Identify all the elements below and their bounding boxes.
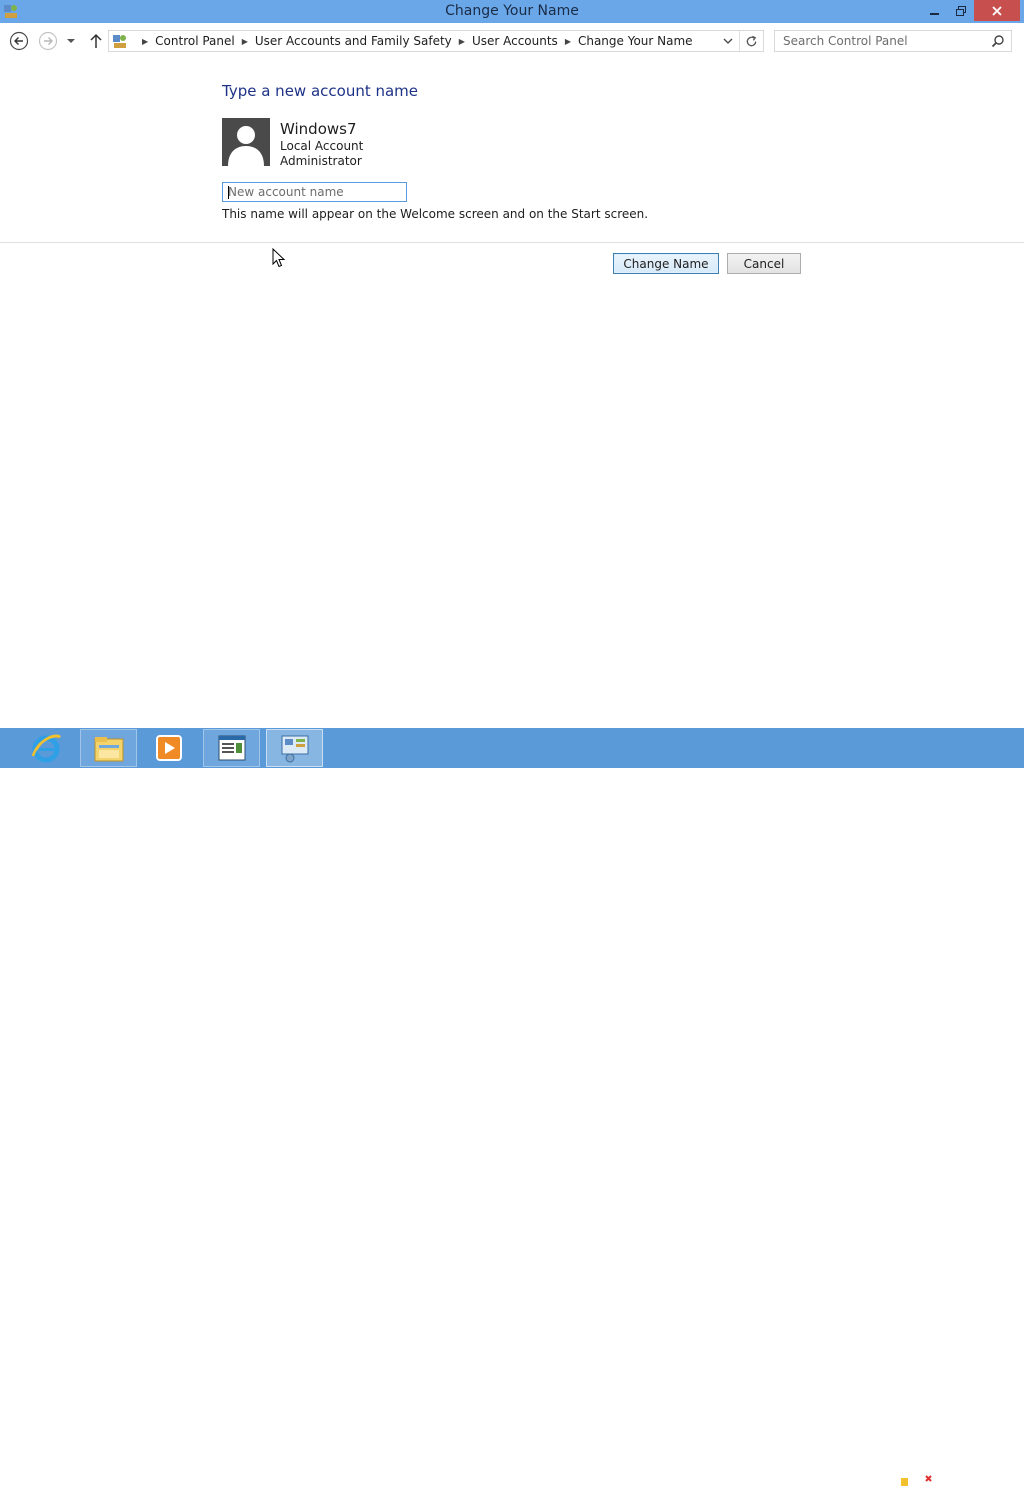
change-name-button[interactable]: Change Name (613, 253, 719, 274)
name-hint-text: This name will appear on the Welcome scr… (222, 207, 649, 221)
account-type: Local Account (280, 139, 364, 153)
cancel-button[interactable]: Cancel (727, 253, 801, 274)
up-arrow-icon (90, 33, 102, 48)
restore-icon (956, 5, 966, 16)
action-center-flag-icon[interactable] (866, 1468, 884, 1488)
text-caret (228, 186, 229, 199)
forward-button[interactable] (38, 31, 58, 51)
close-icon (992, 5, 1002, 16)
breadcrumb-separator-icon[interactable]: ▶ (459, 37, 465, 46)
account-role: Administrator (280, 154, 362, 168)
breadcrumb-user-accounts[interactable]: User Accounts (472, 34, 558, 48)
restore-button[interactable] (948, 0, 974, 21)
title-bar[interactable]: Change Your Name (0, 0, 1024, 23)
system-clock[interactable]: 4:01 AM 10/7/2022 (944, 1461, 1006, 1493)
new-account-name-input[interactable] (222, 182, 407, 202)
recent-locations-button[interactable] (64, 31, 78, 51)
mouse-pointer-icon (272, 248, 286, 268)
search-icon[interactable] (991, 34, 1005, 48)
minimize-icon (930, 12, 939, 15)
chevron-down-icon (723, 38, 733, 44)
up-button[interactable] (86, 31, 106, 51)
taskbar-media-player[interactable] (140, 729, 197, 767)
clock-time: 4:01 AM (949, 1462, 999, 1476)
breadcrumb-change-your-name[interactable]: Change Your Name (578, 34, 693, 48)
breadcrumb-separator-icon[interactable]: ▶ (242, 37, 248, 46)
chevron-down-icon (67, 39, 75, 43)
minimize-button[interactable] (922, 0, 948, 21)
refresh-button[interactable] (739, 31, 762, 51)
file-explorer-icon (94, 737, 123, 762)
network-icon[interactable] (891, 1468, 909, 1488)
back-arrow-icon (9, 31, 29, 51)
show-hidden-icons-icon[interactable] (845, 1468, 855, 1488)
breadcrumb-separator-icon[interactable]: ▶ (565, 37, 571, 46)
media-player-icon (155, 735, 182, 761)
search-box[interactable] (774, 30, 1012, 52)
page-title: Type a new account name (222, 82, 419, 100)
refresh-icon (746, 35, 756, 46)
breadcrumb: ▶ Control Panel ▶ User Accounts and Fami… (135, 31, 693, 51)
breadcrumb-user-accounts-family-safety[interactable]: User Accounts and Family Safety (255, 34, 452, 48)
internet-explorer-icon (31, 734, 61, 763)
document-icon (218, 735, 245, 761)
taskbar-internet-explorer[interactable] (17, 729, 74, 767)
taskbar-document-window[interactable] (203, 729, 260, 767)
taskbar-control-panel[interactable] (266, 729, 323, 767)
breadcrumb-control-panel[interactable]: Control Panel (155, 34, 235, 48)
search-input[interactable] (775, 31, 993, 51)
control-panel-icon (281, 735, 308, 763)
clock-date: 10/7/2022 (944, 1478, 1006, 1492)
address-dropdown-button[interactable] (721, 31, 735, 51)
control-panel-icon (113, 35, 126, 48)
divider (0, 242, 1024, 243)
taskbar: 4:01 AM 10/7/2022 (0, 728, 1024, 1492)
address-bar[interactable]: ▶ Control Panel ▶ User Accounts and Fami… (108, 30, 764, 52)
navigation-bar: ▶ Control Panel ▶ User Accounts and Fami… (0, 23, 1024, 59)
forward-arrow-icon (38, 31, 58, 51)
window-title: Change Your Name (445, 3, 579, 19)
volume-muted-icon[interactable] (914, 1468, 934, 1488)
user-avatar (222, 118, 270, 166)
user-silhouette-icon (222, 118, 270, 166)
taskbar-file-explorer[interactable] (80, 729, 137, 767)
breadcrumb-separator-icon[interactable]: ▶ (142, 37, 148, 46)
account-name: Windows7 (280, 120, 357, 138)
back-button[interactable] (9, 31, 29, 51)
close-button[interactable] (974, 0, 1020, 21)
